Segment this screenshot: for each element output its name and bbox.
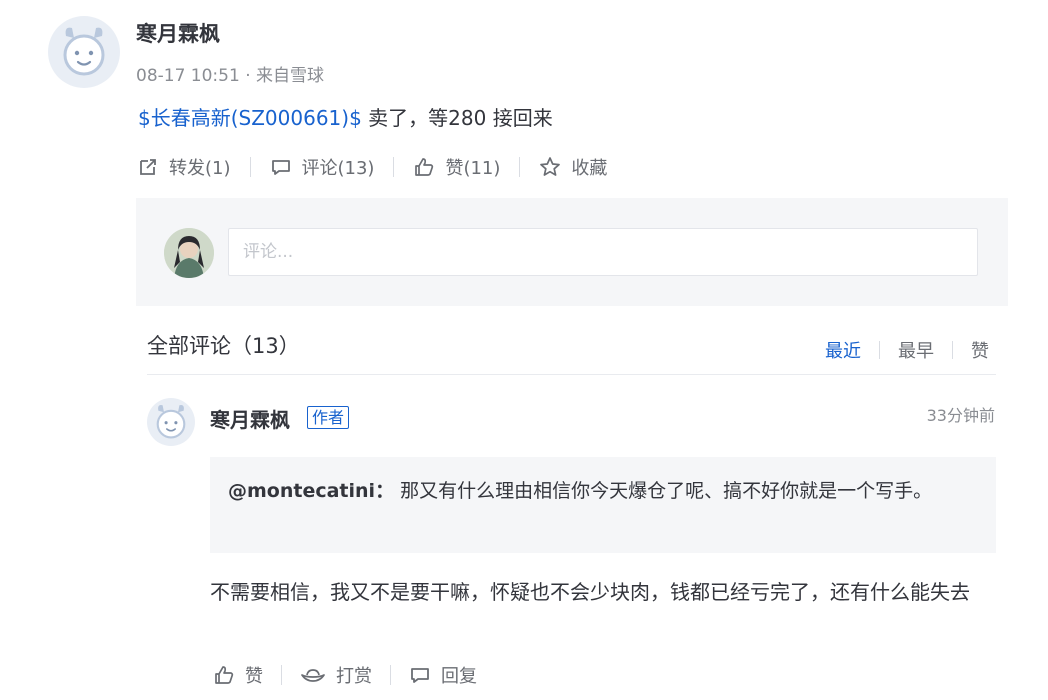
favorite-label: 收藏: [571, 158, 608, 179]
comment-actions: 赞 打赏 回复: [213, 662, 477, 688]
tip-button[interactable]: 打赏: [300, 662, 372, 688]
post-meta: 08-17 10:51 · 来自雪球: [136, 61, 324, 86]
divider: [281, 665, 282, 685]
commenter-avatar[interactable]: [147, 398, 195, 446]
post-body: 卖了，等280 接回来: [361, 106, 553, 130]
post-content: $长春高新(SZ000661)$ 卖了，等280 接回来: [138, 102, 553, 131]
comment-body: 不需要相信，我又不是要干嘛，怀疑也不会少块肉，钱都已经亏完了，还有什么能失去: [210, 580, 970, 604]
reply-button[interactable]: 回复: [409, 662, 477, 688]
stock-link[interactable]: $长春高新(SZ000661)$: [138, 106, 362, 130]
comment-input[interactable]: [228, 228, 978, 276]
comment-composer: [136, 198, 1008, 306]
divider: [519, 157, 521, 177]
divider: [393, 157, 395, 177]
sort-likes[interactable]: 赞: [971, 337, 989, 363]
reply-label: 回复: [441, 666, 477, 687]
quoted-comment: @montecatini： 那又有什么理由相信你今天爆仓了呢、搞不好你就是一个写…: [210, 457, 996, 553]
sort-recent[interactable]: 最近: [825, 337, 861, 363]
favorite-button[interactable]: 收藏: [539, 154, 607, 180]
commenter-name[interactable]: 寒月霖枫: [210, 404, 290, 433]
post-author-name[interactable]: 寒月霖枫: [136, 18, 220, 48]
comment-time: 33分钟前: [926, 406, 995, 425]
divider: [879, 341, 880, 359]
quoted-text: 那又有什么理由相信你今天爆仓了呢、搞不好你就是一个写手。: [394, 480, 933, 502]
comment-sort: 最近 最早 赞: [825, 337, 989, 363]
ingot-icon: [301, 669, 325, 682]
section-divider: [147, 374, 996, 375]
comment-like-label: 赞: [245, 666, 263, 687]
post-actions: 转发(1) 评论(13) 赞(11) 收藏: [137, 154, 607, 180]
like-button[interactable]: 赞(11): [413, 154, 500, 180]
comment-like-button[interactable]: 赞: [213, 662, 263, 688]
comments-title: 全部评论（13）: [147, 334, 300, 358]
divider: [952, 341, 953, 359]
post-source: 来自雪球: [256, 66, 325, 86]
divider: [390, 665, 391, 685]
share-icon: [140, 159, 156, 175]
comment-button[interactable]: 评论(13): [270, 154, 375, 180]
current-user-avatar[interactable]: [164, 228, 214, 278]
thumbs-up-icon: [415, 158, 434, 176]
comment-icon: [271, 160, 290, 175]
bull-mascot-icon: [63, 27, 105, 76]
meta-separator: ·: [245, 66, 251, 86]
thumbs-up-icon: [215, 666, 234, 684]
star-icon: [540, 157, 561, 176]
bull-mascot-icon: [156, 404, 186, 439]
tip-label: 打赏: [336, 666, 372, 687]
forward-button[interactable]: 转发(1): [137, 154, 231, 180]
user-portrait-icon: [164, 228, 214, 278]
forward-label: 转发(1): [169, 158, 231, 179]
author-avatar[interactable]: [48, 16, 120, 88]
quoted-user[interactable]: @montecatini：: [228, 480, 394, 502]
sort-earliest[interactable]: 最早: [898, 337, 934, 363]
comment-icon: [411, 668, 429, 683]
like-label: 赞(11): [445, 158, 501, 179]
post-time: 08-17 10:51: [136, 66, 240, 86]
comment-label: 评论(13): [301, 158, 375, 179]
divider: [249, 157, 251, 177]
author-badge: 作者: [307, 406, 350, 429]
